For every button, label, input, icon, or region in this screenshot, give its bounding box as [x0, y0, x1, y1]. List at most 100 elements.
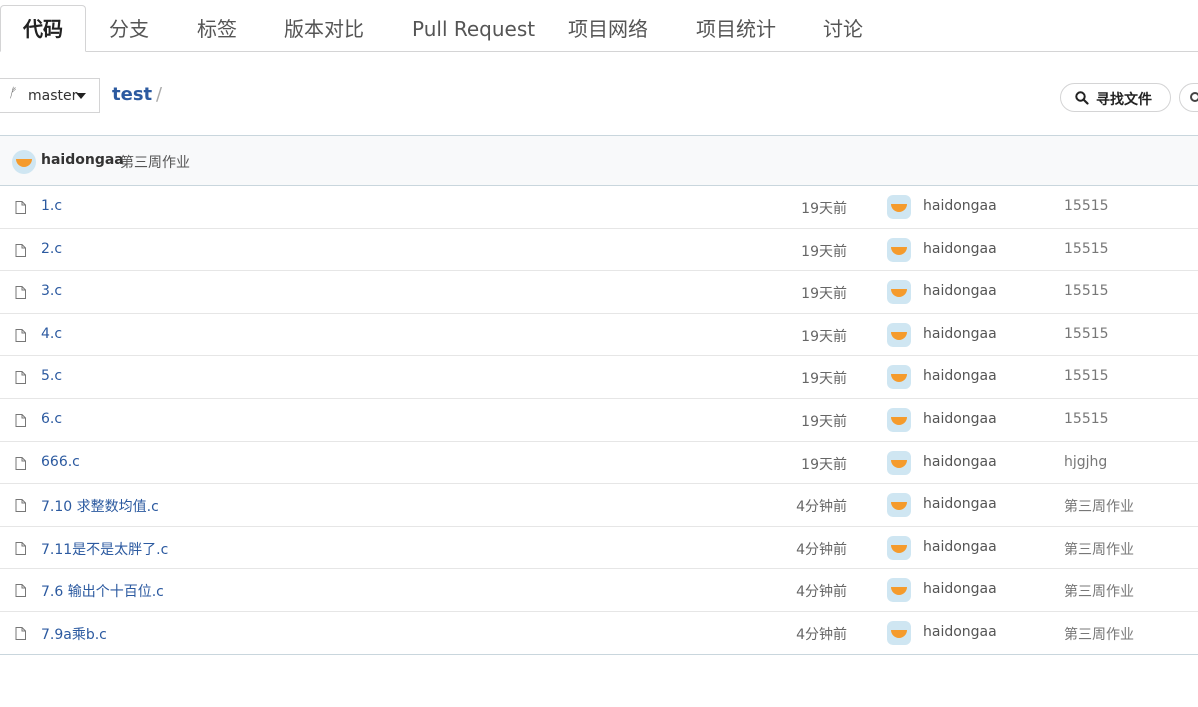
branch-selector[interactable]: ᚠ master [0, 78, 100, 113]
avatar [887, 493, 911, 518]
file-commit-message[interactable]: 第三周作业 [1064, 581, 1134, 601]
file-list: 1.c 19天前 haidongaa 15515 2.c 19天前 haidon… [0, 186, 1198, 655]
commit-message[interactable]: 第三周作业 [120, 152, 190, 172]
file-name-link[interactable]: 3.c [41, 283, 62, 299]
file-author-link[interactable]: haidongaa [923, 539, 997, 555]
file-name-link[interactable]: 7.6 输出个十百位.c [41, 581, 164, 601]
file-author-link[interactable]: haidongaa [923, 326, 997, 342]
file-author-link[interactable]: haidongaa [923, 368, 997, 384]
avatar [887, 365, 911, 390]
path-separator: / [156, 84, 163, 105]
avatar [887, 535, 911, 560]
file-name-link[interactable]: 666.c [41, 454, 80, 470]
file-name-link[interactable]: 7.9a乘b.c [41, 624, 107, 644]
file-author-link[interactable]: haidongaa [923, 241, 997, 257]
commit-author[interactable]: haidongaa [41, 152, 124, 168]
file-name-link[interactable]: 2.c [41, 241, 62, 257]
file-commit-message[interactable]: 第三周作业 [1064, 496, 1134, 516]
file-row: 7.6 输出个十百位.c 4分钟前 haidongaa 第三周作业 [0, 569, 1198, 612]
search-icon [1075, 91, 1089, 105]
tab-network[interactable]: 项目网络 [568, 0, 648, 52]
clone-icon [1190, 92, 1198, 102]
file-updated-time: 4分钟前 [796, 584, 847, 601]
file-row: 7.10 求整数均值.c 4分钟前 haidongaa 第三周作业 [0, 484, 1198, 527]
file-updated-time: 19天前 [801, 201, 847, 217]
file-name-link[interactable]: 6.c [41, 411, 62, 427]
file-updated-time: 4分钟前 [796, 499, 847, 516]
file-icon [15, 371, 26, 385]
file-author-link[interactable]: haidongaa [923, 581, 997, 597]
tab-compare[interactable]: 版本对比 [284, 0, 364, 52]
file-row: 3.c 19天前 haidongaa 15515 [0, 271, 1198, 314]
file-author-link[interactable]: haidongaa [923, 411, 997, 427]
avatar [12, 150, 36, 174]
file-row: 6.c 19天前 haidongaa 15515 [0, 398, 1198, 442]
tab-branches[interactable]: 分支 [109, 0, 149, 52]
file-row: 666.c 19天前 haidongaa hjgjhg [0, 441, 1198, 485]
file-commit-message[interactable]: 第三周作业 [1064, 539, 1134, 559]
file-icon [15, 499, 26, 513]
repo-tabs: 代码 分支 标签 版本对比 Pull Request 项目网络 项目统计 讨论 [0, 0, 1198, 52]
file-commit-message[interactable]: 15515 [1064, 368, 1109, 384]
avatar [887, 195, 911, 219]
file-name-link[interactable]: 5.c [41, 368, 62, 384]
avatar [887, 237, 911, 262]
repo-name-link[interactable]: test [112, 84, 152, 105]
caret-down-icon [76, 93, 86, 99]
file-commit-message[interactable]: 15515 [1064, 326, 1109, 342]
file-name-link[interactable]: 1.c [41, 198, 62, 214]
file-row: 4.c 19天前 haidongaa 15515 [0, 313, 1198, 357]
file-commit-message[interactable]: hjgjhg [1064, 454, 1107, 470]
file-updated-time: 4分钟前 [796, 541, 847, 558]
file-icon [15, 243, 26, 257]
tab-stats[interactable]: 项目统计 [696, 0, 776, 52]
file-name-link[interactable]: 4.c [41, 326, 62, 342]
clone-button[interactable] [1179, 83, 1198, 112]
file-name-link[interactable]: 7.11是不是太胖了.c [41, 539, 168, 559]
file-updated-time: 19天前 [801, 456, 847, 473]
tab-tags[interactable]: 标签 [197, 0, 237, 52]
file-icon [15, 456, 26, 470]
latest-commit-bar: haidongaa 第三周作业 [0, 135, 1198, 186]
branch-icon: ᚠ [8, 86, 16, 101]
tab-discussion[interactable]: 讨论 [823, 0, 863, 52]
file-author-link[interactable]: haidongaa [923, 198, 997, 214]
avatar [887, 280, 911, 305]
branch-name: master [28, 88, 78, 104]
file-table: haidongaa 第三周作业 1.c 19天前 haidongaa 15515… [0, 135, 1198, 655]
file-icon [15, 328, 26, 342]
avatar [887, 407, 911, 432]
file-updated-time: 19天前 [801, 328, 847, 345]
find-file-label: 寻找文件 [1096, 92, 1152, 108]
file-icon [15, 584, 26, 598]
file-commit-message[interactable]: 15515 [1064, 283, 1109, 299]
avatar [887, 322, 911, 347]
file-icon [15, 626, 26, 640]
file-commit-message[interactable]: 15515 [1064, 198, 1109, 214]
file-updated-time: 19天前 [801, 286, 847, 303]
find-file-button[interactable]: 寻找文件 [1060, 83, 1171, 112]
file-updated-time: 4分钟前 [796, 626, 847, 643]
file-author-link[interactable]: haidongaa [923, 283, 997, 299]
file-icon [15, 413, 26, 427]
file-commit-message[interactable]: 第三周作业 [1064, 624, 1134, 644]
file-icon [15, 286, 26, 300]
file-commit-message[interactable]: 15515 [1064, 241, 1109, 257]
file-icon [15, 201, 26, 214]
tab-pull-request[interactable]: Pull Request [412, 0, 535, 52]
tabs-divider [0, 51, 1198, 52]
file-row: 1.c 19天前 haidongaa 15515 [0, 186, 1198, 229]
file-updated-time: 19天前 [801, 243, 847, 260]
file-author-link[interactable]: haidongaa [923, 496, 997, 512]
tab-code[interactable]: 代码 [0, 5, 86, 52]
file-author-link[interactable]: haidongaa [923, 454, 997, 470]
file-row: 2.c 19天前 haidongaa 15515 [0, 228, 1198, 272]
file-row: 7.9a乘b.c 4分钟前 haidongaa 第三周作业 [0, 611, 1198, 655]
file-name-link[interactable]: 7.10 求整数均值.c [41, 496, 159, 516]
file-commit-message[interactable]: 15515 [1064, 411, 1109, 427]
avatar [887, 578, 911, 603]
file-icon [15, 541, 26, 555]
avatar [887, 620, 911, 645]
file-row: 5.c 19天前 haidongaa 15515 [0, 356, 1198, 399]
file-author-link[interactable]: haidongaa [923, 624, 997, 640]
